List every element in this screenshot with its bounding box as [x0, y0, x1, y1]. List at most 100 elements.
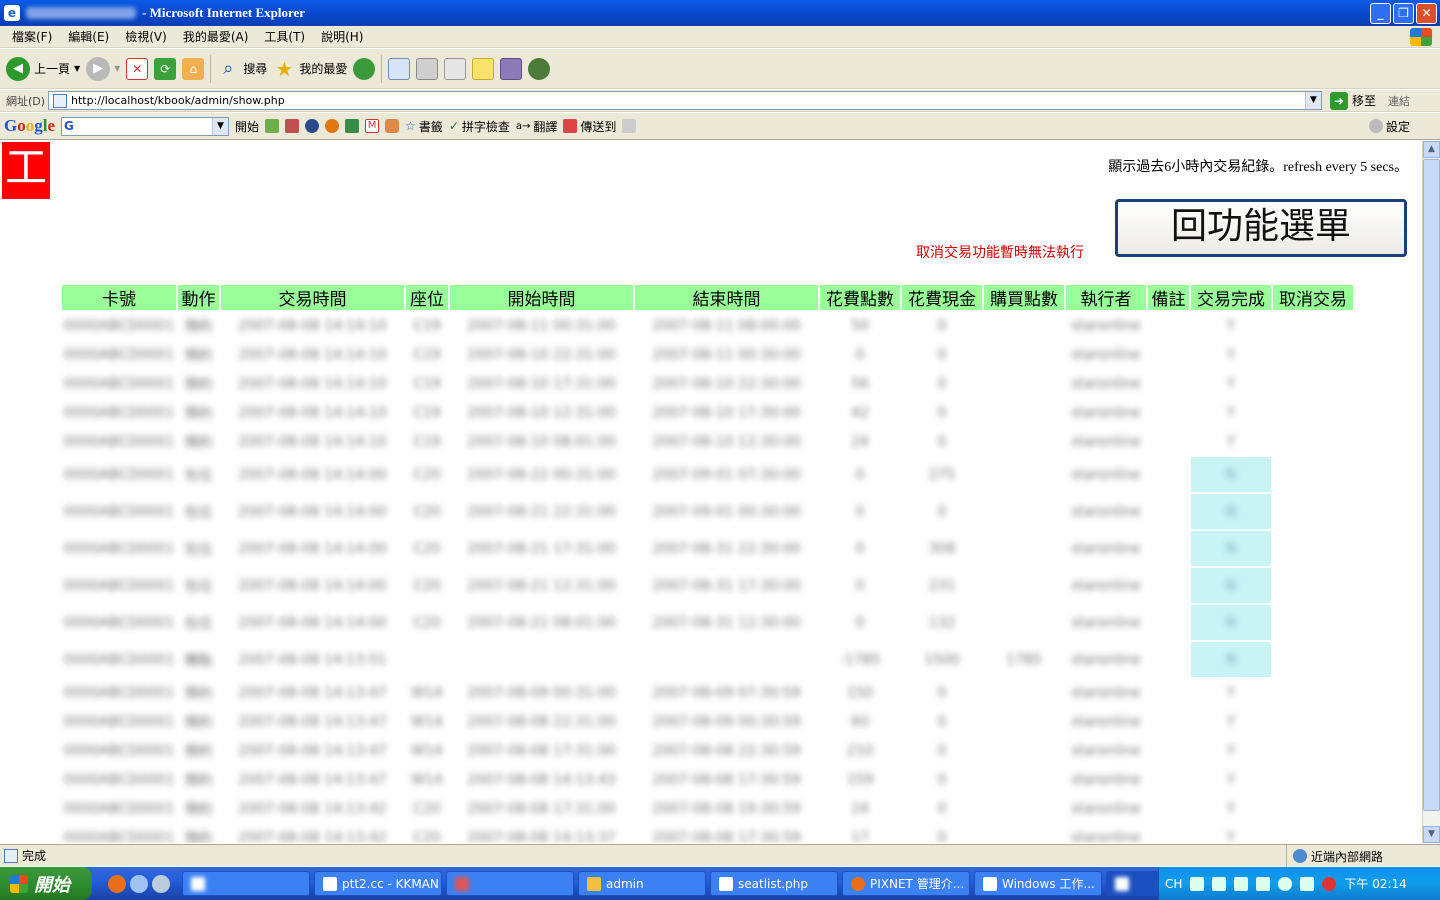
print-icon[interactable]: [416, 57, 439, 80]
card-cell-text: 0000ABCD0001: [63, 466, 175, 483]
cancel-cell[interactable]: [1273, 795, 1353, 822]
news-icon[interactable]: [265, 119, 280, 133]
menu-view[interactable]: 檢視(V): [117, 28, 175, 45]
start-button[interactable]: 開始: [0, 867, 92, 900]
go-button[interactable]: ➜ 移至: [1330, 91, 1376, 110]
spellcheck-button[interactable]: ✓ 拼字檢查: [449, 118, 510, 135]
address-input[interactable]: [71, 94, 1305, 107]
done-cell-text: N: [1225, 503, 1237, 520]
shapes-icon[interactable]: [385, 119, 400, 133]
start-time-cell-text: 2007-08-08 14:13:37: [467, 829, 616, 844]
cancel-cell[interactable]: [1273, 766, 1353, 793]
operator-cell: staronline: [1066, 605, 1146, 640]
menu-edit[interactable]: 編輯(E): [60, 28, 117, 45]
cancel-cell[interactable]: [1273, 428, 1353, 455]
cancel-cell[interactable]: [1273, 708, 1353, 735]
bookmarks-button[interactable]: ☆ 書籤: [405, 118, 443, 135]
col-done: 交易完成: [1191, 285, 1271, 310]
cancel-cell[interactable]: [1273, 642, 1353, 677]
task-button-seatlist[interactable]: seatlist.php: [710, 871, 838, 896]
pen-tray-icon[interactable]: [1212, 876, 1227, 891]
back-to-menu-button[interactable]: 回功能選單: [1115, 199, 1407, 257]
firefox-icon[interactable]: [108, 874, 126, 893]
address-field[interactable]: ▼: [48, 91, 1322, 110]
end-time-cell-text: 2007-08-08 19:30:59: [652, 800, 801, 817]
forward-button[interactable]: ▶ ▼: [86, 56, 120, 81]
history-icon[interactable]: [353, 57, 376, 80]
menu-favorites[interactable]: 我的最愛(A): [175, 28, 257, 45]
links-label[interactable]: 連結: [1388, 93, 1410, 109]
note-icon[interactable]: [472, 57, 495, 80]
highlighter-icon[interactable]: [622, 119, 637, 133]
cancel-cell[interactable]: [1273, 737, 1353, 764]
edit-icon[interactable]: [444, 57, 467, 80]
cancel-cell[interactable]: [1273, 568, 1353, 603]
maximize-button[interactable]: ❐: [1393, 3, 1414, 24]
spiral-icon[interactable]: [325, 119, 340, 133]
antivirus-icon[interactable]: [1322, 876, 1337, 891]
menu-help[interactable]: 說明(H): [313, 28, 371, 45]
search-icon: ⌕: [223, 57, 234, 79]
cancel-cell[interactable]: [1273, 399, 1353, 426]
google-search-field[interactable]: G ▼: [61, 116, 230, 136]
bookmark-icon[interactable]: [285, 119, 300, 133]
seat-cell: C20: [406, 605, 448, 640]
operator-cell: staronline: [1066, 494, 1146, 529]
cancel-cell[interactable]: [1273, 341, 1353, 368]
stop-icon[interactable]: ✕: [126, 57, 149, 80]
cancel-cell[interactable]: [1273, 679, 1353, 706]
pen-icon[interactable]: [345, 119, 360, 133]
scrollbar-thumb[interactable]: [1423, 159, 1440, 811]
network-icon[interactable]: [1300, 876, 1315, 891]
favorites-button[interactable]: ★ 我的最愛: [273, 58, 347, 80]
cancel-cell[interactable]: [1273, 824, 1353, 843]
start-time-cell: 2007-08-21 12:31:00: [450, 568, 633, 603]
task-button-blurred-2[interactable]: [446, 871, 574, 896]
star-icon: ★: [275, 56, 294, 81]
cancel-cell[interactable]: [1273, 494, 1353, 529]
cancel-cell[interactable]: [1273, 531, 1353, 566]
refresh-icon[interactable]: ⟳: [154, 57, 177, 80]
keyboard-icon[interactable]: [1190, 876, 1205, 891]
google-start-button[interactable]: 開始: [235, 118, 259, 135]
back-button[interactable]: ◀ 上一頁 ▼: [6, 56, 80, 81]
kkman-icon: [323, 876, 337, 891]
settings-button[interactable]: 設定: [1368, 118, 1410, 135]
chevron-down-icon[interactable]: ▼: [212, 117, 229, 135]
task-button-ptt2[interactable]: ptt2.cc - KKMAN: [314, 871, 442, 896]
cancel-cell[interactable]: [1273, 370, 1353, 397]
cancel-cell[interactable]: [1273, 312, 1353, 339]
end-time-cell: 2007-09-01 07:30:00: [635, 457, 818, 492]
gmail-icon[interactable]: M: [365, 119, 380, 133]
cancel-cell[interactable]: [1273, 457, 1353, 492]
ie-quick-icon[interactable]: [152, 874, 170, 893]
minimize-button[interactable]: _: [1370, 3, 1391, 24]
globe-icon[interactable]: [305, 119, 320, 133]
task-button-pixnet[interactable]: PIXNET 管理介...: [842, 871, 970, 896]
task-button-blurred[interactable]: [182, 871, 310, 896]
menu-tools[interactable]: 工具(T): [256, 28, 313, 45]
monitor-icon[interactable]: [1234, 876, 1249, 891]
close-button[interactable]: ✕: [1416, 3, 1437, 24]
mail-icon[interactable]: [388, 57, 411, 80]
sendto-button[interactable]: 傳送到: [563, 118, 616, 135]
translate-button[interactable]: a→ 翻譯: [516, 118, 558, 135]
plugin-icon[interactable]: [528, 57, 551, 80]
scroll-down-icon[interactable]: ▼: [1423, 826, 1440, 843]
address-dropdown-icon[interactable]: ▼: [1305, 92, 1321, 109]
vertical-scrollbar[interactable]: ▲ ▼: [1422, 141, 1440, 843]
chevron-left-icon[interactable]: [1278, 876, 1293, 891]
search-button[interactable]: ⌕ 搜尋: [217, 58, 267, 80]
cancel-cell[interactable]: [1273, 605, 1353, 640]
desktop-icon[interactable]: [130, 874, 148, 893]
input-language[interactable]: CH: [1165, 877, 1182, 891]
seat-cell: C20: [406, 457, 448, 492]
menu-file[interactable]: 檔案(F): [4, 28, 60, 45]
messenger-icon[interactable]: [500, 57, 523, 80]
table-row: 0000ABCD0001 包位 2007-08-08 14:14:00 C20 2007…: [62, 568, 1353, 603]
scroll-up-icon[interactable]: ▲: [1423, 141, 1440, 158]
home-icon[interactable]: ⌂: [182, 57, 205, 80]
task-button-windows-task[interactable]: Windows 工作...: [974, 871, 1102, 896]
tool-icon[interactable]: [1256, 876, 1271, 891]
task-button-admin[interactable]: admin: [578, 871, 706, 896]
